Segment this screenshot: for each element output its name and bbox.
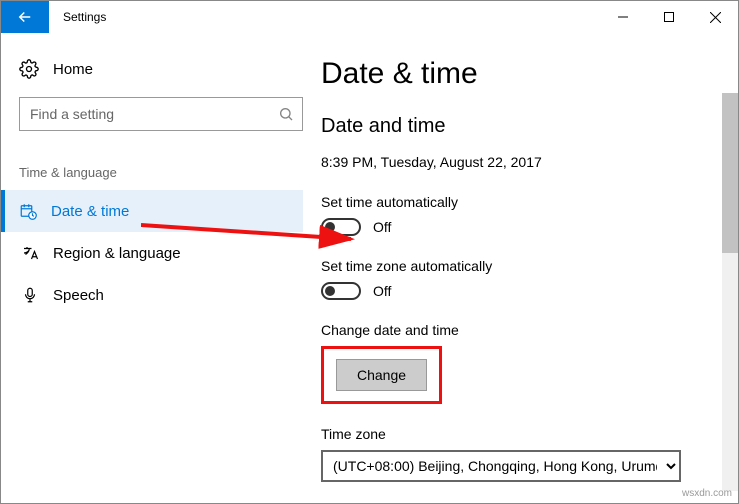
calendar-clock-icon (19, 202, 37, 220)
arrow-left-icon (16, 8, 34, 26)
close-button[interactable] (692, 1, 738, 33)
home-link[interactable]: Home (19, 51, 303, 97)
timezone-select[interactable]: (UTC+08:00) Beijing, Chongqing, Hong Kon… (321, 450, 681, 482)
language-icon (21, 244, 39, 262)
change-dt-label: Change date and time (321, 322, 726, 338)
sidebar-item-label: Region & language (53, 245, 181, 262)
set-tz-auto-label: Set time zone automatically (321, 258, 726, 274)
microphone-icon (21, 286, 39, 304)
watermark: wsxdn.com (682, 488, 732, 499)
maximize-icon (664, 12, 674, 22)
maximize-button[interactable] (646, 1, 692, 33)
sidebar-item-label: Date & time (51, 203, 129, 220)
section-header: Time & language (19, 165, 303, 180)
window-controls (600, 1, 738, 33)
sidebar-item-label: Speech (53, 287, 104, 304)
set-time-auto-label: Set time automatically (321, 194, 726, 210)
page-title: Date & time (321, 57, 726, 91)
sidebar-item-region-language[interactable]: Region & language (19, 232, 303, 274)
close-icon (710, 12, 721, 23)
sidebar-item-date-time[interactable]: Date & time (1, 190, 303, 232)
minimize-icon (618, 12, 628, 22)
titlebar: Settings (1, 1, 738, 33)
set-tz-auto-toggle[interactable] (321, 282, 361, 300)
section-title: Date and time (321, 115, 726, 138)
current-datetime: 8:39 PM, Tuesday, August 22, 2017 (321, 154, 726, 170)
set-time-auto-state: Off (373, 219, 391, 235)
home-label: Home (53, 61, 93, 78)
highlight-box: Change (321, 346, 442, 404)
content-panel: Date & time Date and time 8:39 PM, Tuesd… (321, 33, 738, 503)
set-tz-auto-state: Off (373, 283, 391, 299)
minimize-button[interactable] (600, 1, 646, 33)
set-time-auto-toggle[interactable] (321, 218, 361, 236)
search-input[interactable] (28, 105, 278, 123)
tz-label: Time zone (321, 426, 726, 442)
search-box[interactable] (19, 97, 303, 131)
window-title: Settings (49, 10, 106, 24)
scroll-thumb[interactable] (722, 93, 738, 253)
toggle-knob (325, 286, 335, 296)
sidebar: Home Time & language Date & time Region … (1, 33, 321, 503)
scrollbar[interactable] (722, 93, 738, 491)
gear-icon (19, 59, 39, 79)
back-button[interactable] (1, 1, 49, 33)
toggle-knob (325, 222, 335, 232)
change-button[interactable]: Change (336, 359, 427, 391)
search-icon (278, 106, 294, 122)
sidebar-item-speech[interactable]: Speech (19, 274, 303, 316)
